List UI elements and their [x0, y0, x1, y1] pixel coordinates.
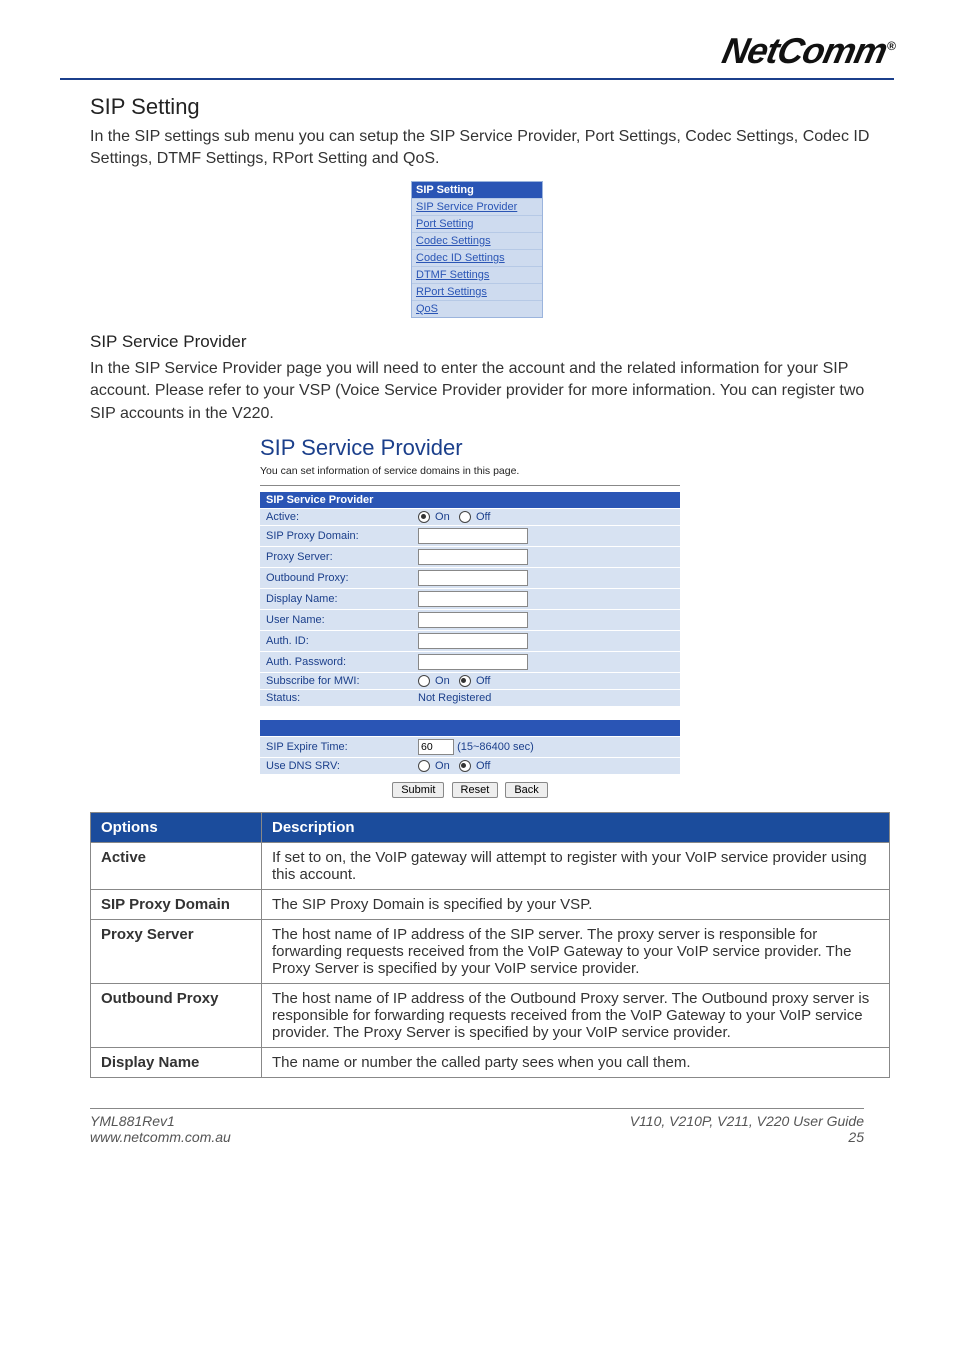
reset-button[interactable]: Reset: [452, 782, 499, 798]
submenu-item: SIP Service Provider: [412, 198, 542, 215]
option-desc: The SIP Proxy Domain is specified by you…: [262, 890, 890, 920]
form-label: Active:: [260, 508, 412, 525]
form-input[interactable]: [418, 528, 528, 544]
form-table-2: SIP Expire Time: (15~86400 sec) Use DNS S…: [260, 720, 680, 774]
page-footer: YML881Rev1 www.netcomm.com.au V110, V210…: [90, 1113, 864, 1145]
form-label: Display Name:: [260, 589, 412, 610]
option-desc: The host name of IP address of the SIP s…: [262, 920, 890, 984]
option-desc: If set to on, the VoIP gateway will atte…: [262, 843, 890, 890]
page-title: SIP Setting: [90, 94, 894, 120]
page-number: 25: [630, 1129, 864, 1145]
option-name: Display Name: [91, 1048, 262, 1078]
form-input[interactable]: [418, 633, 528, 649]
submenu-header: SIP Setting: [412, 182, 542, 198]
form-table-1: SIP Service Provider Active: On OffSIP P…: [260, 492, 680, 706]
form-input[interactable]: [418, 654, 528, 670]
form-radio: On Off: [412, 673, 680, 690]
form-label: Proxy Server:: [260, 547, 412, 568]
back-button[interactable]: Back: [505, 782, 547, 798]
option-name: Proxy Server: [91, 920, 262, 984]
option-desc: The name or number the called party sees…: [262, 1048, 890, 1078]
form-input[interactable]: [418, 570, 528, 586]
form-label: SIP Proxy Domain:: [260, 526, 412, 547]
sip-form-screenshot: SIP Service Provider You can set informa…: [260, 435, 680, 798]
sip-submenu-screenshot: SIP Setting SIP Service Provider Port Se…: [411, 181, 543, 318]
options-col-description: Description: [262, 813, 890, 843]
submenu-item: Codec ID Settings: [412, 249, 542, 266]
submit-button[interactable]: Submit: [392, 782, 444, 798]
options-table: Options Description ActiveIf set to on, …: [90, 812, 890, 1078]
form-header: SIP Service Provider: [260, 492, 680, 509]
doc-url: www.netcomm.com.au: [90, 1129, 231, 1145]
option-name: Outbound Proxy: [91, 984, 262, 1048]
submenu-item: RPort Settings: [412, 283, 542, 300]
subsection-title: SIP Service Provider: [90, 332, 894, 352]
form-note: You can set information of service domai…: [260, 465, 680, 477]
form-title: SIP Service Provider: [260, 435, 680, 461]
form-input[interactable]: [418, 612, 528, 628]
form-label: Outbound Proxy:: [260, 568, 412, 589]
doc-guide: V110, V210P, V211, V220 User Guide: [630, 1113, 864, 1129]
form-header-blank: [260, 720, 680, 737]
submenu-item: Codec Settings: [412, 232, 542, 249]
intro-text: In the SIP settings sub menu you can set…: [90, 126, 894, 171]
form-radio: On Off: [412, 758, 680, 775]
form-label: SIP Expire Time:: [260, 737, 412, 758]
footer-rule: [90, 1108, 864, 1109]
form-label: Use DNS SRV:: [260, 758, 412, 775]
submenu-item: Port Setting: [412, 215, 542, 232]
header-rule: [60, 78, 894, 80]
option-name: Active: [91, 843, 262, 890]
form-buttons: Submit Reset Back: [260, 782, 680, 798]
hint: (15~86400 sec): [457, 741, 534, 753]
form-input[interactable]: [418, 591, 528, 607]
form-label: Subscribe for MWI:: [260, 673, 412, 690]
form-input[interactable]: [418, 549, 528, 565]
options-col-options: Options: [91, 813, 262, 843]
form-radio: On Off: [412, 508, 680, 525]
form-label: Auth. ID:: [260, 631, 412, 652]
form-label: Auth. Password:: [260, 652, 412, 673]
subsection-intro: In the SIP Service Provider page you wil…: [90, 358, 894, 425]
form-label: User Name:: [260, 610, 412, 631]
brand-logo: NetComm®: [60, 30, 894, 72]
form-input[interactable]: [418, 739, 454, 755]
submenu-item: QoS: [412, 300, 542, 317]
option-name: SIP Proxy Domain: [91, 890, 262, 920]
form-label: Status:: [260, 690, 412, 707]
status-text: Not Registered: [412, 690, 680, 707]
submenu-item: DTMF Settings: [412, 266, 542, 283]
option-desc: The host name of IP address of the Outbo…: [262, 984, 890, 1048]
doc-rev: YML881Rev1: [90, 1113, 231, 1129]
